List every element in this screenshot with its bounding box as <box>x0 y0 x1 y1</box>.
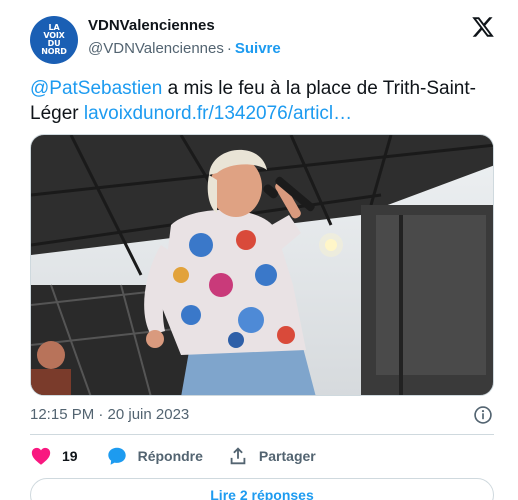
share-upload-icon <box>230 447 246 465</box>
tweet-card: LA VOIX DU NORD VDNValenciennes @VDNVale… <box>0 0 518 500</box>
x-logo-icon[interactable] <box>470 15 496 39</box>
tweet-text: @PatSebastien a mis le feu à la place de… <box>30 76 500 126</box>
share-button[interactable]: Partager <box>227 445 316 467</box>
reply-button[interactable]: Répondre <box>106 445 203 467</box>
mention-link[interactable]: @PatSebastien <box>30 78 162 99</box>
info-icon[interactable] <box>473 405 493 425</box>
account-handle[interactable]: @VDNValenciennes <box>88 40 224 57</box>
action-bar: 19 Répondre Partager <box>30 444 316 468</box>
speech-bubble-icon <box>107 447 126 465</box>
account-name[interactable]: VDNValenciennes <box>88 17 215 34</box>
article-link[interactable]: lavoixdunord.fr/1342076/articl… <box>84 103 352 124</box>
heart-icon <box>31 447 51 465</box>
like-count: 19 <box>62 448 78 464</box>
concert-photo <box>31 135 493 395</box>
divider <box>30 434 494 435</box>
tweet-timestamp[interactable]: 12:15 PM · 20 juin 2023 <box>30 406 189 423</box>
read-replies-button[interactable]: Lire 2 réponses <box>30 478 494 500</box>
avatar[interactable]: LA VOIX DU NORD <box>30 16 78 64</box>
avatar-text-line: NORD <box>41 47 67 56</box>
handle-row: @VDNValenciennes · Suivre <box>88 40 281 57</box>
separator-dot: · <box>226 40 232 57</box>
tweet-photo[interactable] <box>30 134 494 396</box>
follow-button[interactable]: Suivre <box>235 40 281 57</box>
like-button[interactable]: 19 <box>30 445 78 467</box>
share-label: Partager <box>258 448 316 464</box>
reply-label: Répondre <box>137 448 203 464</box>
